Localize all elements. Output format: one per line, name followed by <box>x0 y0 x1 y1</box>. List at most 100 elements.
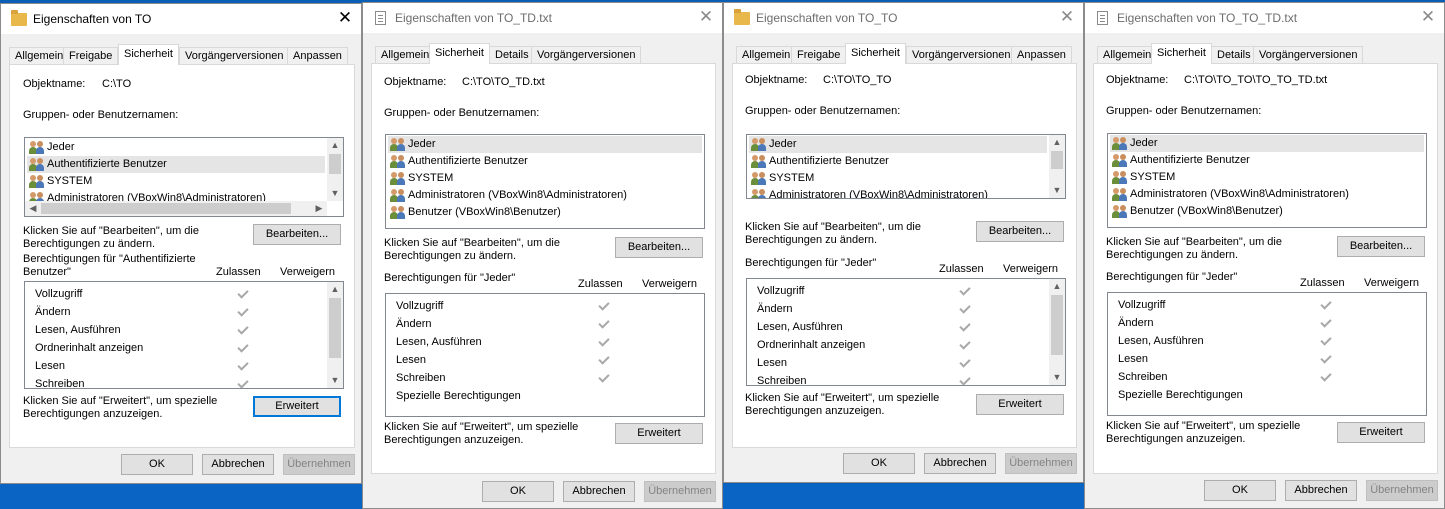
tab-vorgaengerversionen[interactable]: Vorgängerversionen <box>1253 46 1364 63</box>
user-list[interactable]: Jeder Authentifizierte Benutzer SYSTEM A… <box>385 134 705 229</box>
permissions-vscroll[interactable]: ▲ ▼ <box>1049 279 1065 385</box>
edit-button[interactable]: Bearbeiten... <box>1337 236 1425 257</box>
tab-vorgaengerversionen[interactable]: Vorgängerversionen <box>531 46 642 63</box>
tab-details[interactable]: Details <box>489 46 535 63</box>
tab-allgemein[interactable]: Allgemein <box>9 47 70 64</box>
permission-row: Spezielle Berechtigungen <box>1118 389 1243 401</box>
tab-anpassen[interactable]: Anpassen <box>1011 46 1072 63</box>
tab-allgemein[interactable]: Allgemein <box>1097 46 1158 63</box>
scroll-down-icon[interactable]: ▼ <box>327 186 343 201</box>
apply-button[interactable]: Übernehmen <box>1005 453 1077 474</box>
cancel-button[interactable]: Abbrechen <box>924 453 996 474</box>
scroll-thumb[interactable] <box>1051 295 1063 355</box>
title-bar[interactable]: Eigenschaften von TO_TD.txt ✕ <box>363 3 722 33</box>
title-bar[interactable]: Eigenschaften von TO_TO_TD.txt ✕ <box>1085 3 1444 33</box>
tab-sicherheit[interactable]: Sicherheit <box>1151 43 1212 64</box>
advanced-hint-2: Berechtigungen anzuzeigen. <box>23 408 163 420</box>
scroll-down-icon[interactable]: ▼ <box>327 373 343 388</box>
scroll-up-icon[interactable]: ▲ <box>1049 279 1065 294</box>
window-title: Eigenschaften von TO_TO_TD.txt <box>1117 11 1298 25</box>
scroll-thumb[interactable] <box>1051 151 1063 169</box>
user-item-system[interactable]: SYSTEM <box>1110 169 1175 186</box>
apply-button[interactable]: Übernehmen <box>644 481 716 502</box>
tab-allgemein[interactable]: Allgemein <box>375 46 436 63</box>
close-icon[interactable]: ✕ <box>698 8 714 26</box>
scroll-down-icon[interactable]: ▼ <box>1049 183 1065 198</box>
scroll-up-icon[interactable]: ▲ <box>327 282 343 297</box>
ok-button[interactable]: OK <box>1204 480 1276 501</box>
cancel-button[interactable]: Abbrechen <box>563 481 635 502</box>
advanced-button[interactable]: Erweitert <box>253 396 341 417</box>
advanced-hint: Klicken Sie auf "Erweitert", um speziell… <box>745 392 940 404</box>
ok-button[interactable]: OK <box>843 453 915 474</box>
user-item-jeder[interactable]: Jeder <box>27 139 325 156</box>
permissions-list[interactable]: Vollzugriff Ändern Lesen, Ausführen Ordneri… <box>746 278 1066 386</box>
user-list[interactable]: Jeder Authentifizierte Benutzer SYSTEM A… <box>1107 133 1427 228</box>
user-item-jeder[interactable]: Jeder <box>388 136 702 153</box>
tab-freigabe[interactable]: Freigabe <box>791 46 847 63</box>
user-item-benutzer[interactable]: Benutzer (VBoxWin8\Benutzer) <box>1110 203 1283 220</box>
tab-freigabe[interactable]: Freigabe <box>63 47 119 64</box>
scroll-up-icon[interactable]: ▲ <box>1049 135 1065 150</box>
user-item-jeder[interactable]: Jeder <box>1110 135 1424 152</box>
user-item-system[interactable]: SYSTEM <box>27 173 325 190</box>
permissions-list[interactable]: Vollzugriff Ändern Lesen, Ausführen Ordneri… <box>24 281 344 389</box>
tab-vorgaengerversionen[interactable]: Vorgängerversionen <box>906 46 1017 63</box>
advanced-button[interactable]: Erweitert <box>976 394 1064 415</box>
scroll-up-icon[interactable]: ▲ <box>327 138 343 153</box>
scroll-down-icon[interactable]: ▼ <box>1049 370 1065 385</box>
advanced-button[interactable]: Erweitert <box>615 423 703 444</box>
edit-button[interactable]: Bearbeiten... <box>615 237 703 258</box>
user-list-vscroll[interactable]: ▲ ▼ <box>327 138 343 201</box>
scroll-thumb[interactable] <box>329 298 341 358</box>
user-list-vscroll[interactable]: ▲ ▼ <box>1049 135 1065 198</box>
user-item-jeder[interactable]: Jeder <box>749 136 1047 153</box>
tab-anpassen[interactable]: Anpassen <box>287 47 348 64</box>
scroll-left-icon[interactable]: ◀ <box>25 201 41 216</box>
cancel-button[interactable]: Abbrechen <box>202 454 274 475</box>
permissions-vscroll[interactable]: ▲ ▼ <box>327 282 343 388</box>
permission-row: Vollzugriff <box>35 288 83 300</box>
scroll-right-icon[interactable]: ▶ <box>311 201 327 216</box>
permission-row: Schreiben <box>35 378 85 389</box>
user-item-system[interactable]: SYSTEM <box>749 170 1047 187</box>
ok-button[interactable]: OK <box>482 481 554 502</box>
user-item-administratoren[interactable]: Administratoren (VBoxWin8\Administratore… <box>749 187 1047 198</box>
close-icon[interactable]: ✕ <box>1420 8 1436 26</box>
scroll-thumb[interactable] <box>41 203 291 214</box>
user-list[interactable]: Jeder Authentifizierte Benutzer SYSTEM A… <box>746 134 1066 199</box>
tab-sicherheit[interactable]: Sicherheit <box>118 44 179 65</box>
user-label: Benutzer (VBoxWin8\Benutzer) <box>1130 205 1283 217</box>
cancel-button[interactable]: Abbrechen <box>1285 480 1357 501</box>
close-icon[interactable]: ✕ <box>337 9 353 27</box>
user-list[interactable]: Jeder Authentifizierte Benutzer SYSTEM A… <box>24 137 344 217</box>
edit-hint: Klicken Sie auf "Bearbeiten", um die <box>745 221 921 233</box>
apply-button[interactable]: Übernehmen <box>1366 480 1438 501</box>
title-bar[interactable]: Eigenschaften von TO ✕ <box>1 4 361 34</box>
permissions-list[interactable]: Vollzugriff Ändern Lesen, Ausführen Lesen Sc… <box>1107 292 1427 416</box>
permissions-list[interactable]: Vollzugriff Ändern Lesen, Ausführen Lesen Sc… <box>385 293 705 417</box>
user-item-authentifizierte-benutzer[interactable]: Authentifizierte Benutzer <box>749 153 1047 170</box>
tab-sicherheit[interactable]: Sicherheit <box>429 43 490 64</box>
apply-button[interactable]: Übernehmen <box>283 454 355 475</box>
edit-button[interactable]: Bearbeiten... <box>253 224 341 245</box>
title-bar[interactable]: Eigenschaften von TO_TO ✕ <box>724 3 1083 33</box>
user-item-authentifizierte-benutzer[interactable]: Authentifizierte Benutzer <box>1110 152 1250 169</box>
scroll-thumb[interactable] <box>329 154 341 174</box>
allow-column-header: Zulassen <box>578 278 623 290</box>
advanced-button[interactable]: Erweitert <box>1337 422 1425 443</box>
ok-button[interactable]: OK <box>121 454 193 475</box>
tab-details[interactable]: Details <box>1211 46 1257 63</box>
tab-allgemein[interactable]: Allgemein <box>736 46 797 63</box>
user-list-hscroll[interactable]: ◀ ▶ <box>25 201 327 216</box>
user-item-administratoren[interactable]: Administratoren (VBoxWin8\Administratore… <box>1110 186 1349 203</box>
user-item-benutzer[interactable]: Benutzer (VBoxWin8\Benutzer) <box>388 204 561 221</box>
user-item-authentifizierte-benutzer[interactable]: Authentifizierte Benutzer <box>27 156 325 173</box>
tab-vorgaengerversionen[interactable]: Vorgängerversionen <box>179 47 290 64</box>
user-item-system[interactable]: SYSTEM <box>388 170 453 187</box>
close-icon[interactable]: ✕ <box>1059 8 1075 26</box>
user-item-administratoren[interactable]: Administratoren (VBoxWin8\Administratore… <box>388 187 627 204</box>
edit-button[interactable]: Bearbeiten... <box>976 221 1064 242</box>
user-item-authentifizierte-benutzer[interactable]: Authentifizierte Benutzer <box>388 153 528 170</box>
tab-sicherheit[interactable]: Sicherheit <box>845 43 906 64</box>
